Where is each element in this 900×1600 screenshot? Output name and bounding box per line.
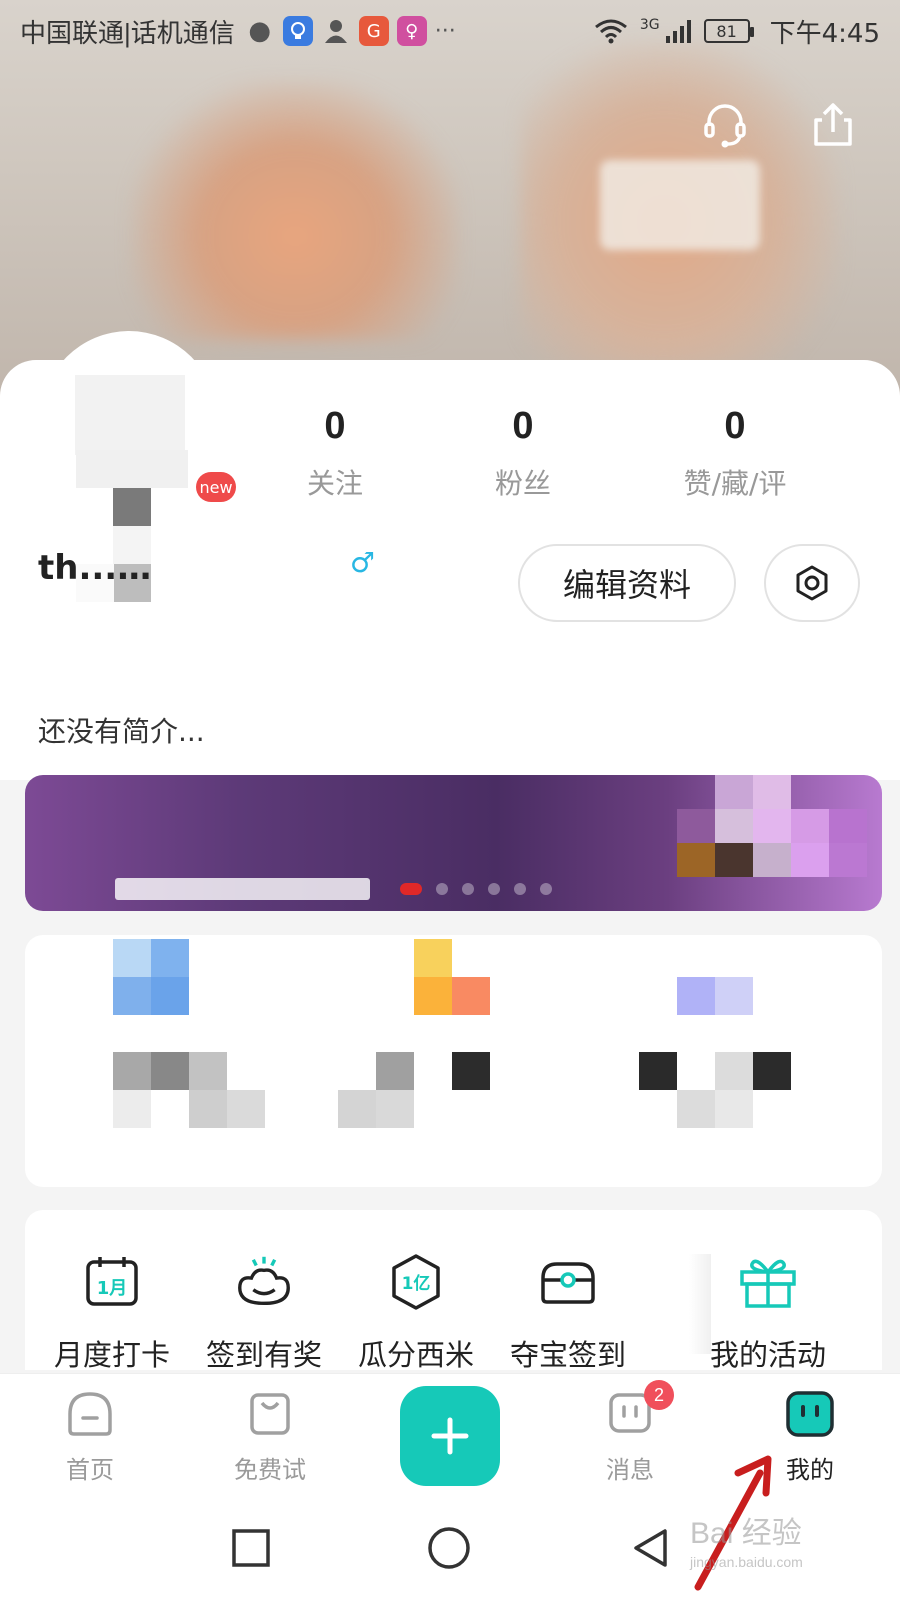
g-app-icon: G — [358, 16, 389, 46]
battery-icon: 81 — [703, 19, 754, 43]
settings-button[interactable] — [764, 544, 860, 622]
activity-label: 月度打卡 — [53, 1338, 170, 1372]
profile-stats: 0 关注 0 粉丝 0 赞/藏/评 — [270, 405, 880, 502]
person-icon — [321, 16, 351, 46]
promo-banner[interactable] — [25, 775, 882, 911]
nav-label: 首页 — [66, 1456, 114, 1484]
notification-icons: ● G ♀ ··· — [245, 16, 456, 46]
message-icon: 2 — [604, 1380, 674, 1440]
featured-grid[interactable] — [25, 935, 882, 1187]
following-label: 关注 — [306, 467, 363, 500]
activity-sign-in-reward[interactable]: 签到有奖 — [189, 1250, 339, 1374]
bulb-app-icon — [282, 16, 313, 46]
home-circle-icon[interactable] — [426, 1525, 472, 1571]
back-triangle-icon[interactable] — [628, 1525, 674, 1571]
activity-label: 我的活动 — [709, 1338, 826, 1372]
nav-free-trial[interactable]: 免费试 — [210, 1388, 330, 1485]
likes-label: 赞/藏/评 — [683, 467, 787, 500]
activity-label: 夺宝签到 — [509, 1338, 626, 1372]
stat-likes[interactable]: 0 赞/藏/评 — [650, 405, 820, 502]
cloud-smile-icon — [232, 1250, 296, 1314]
unread-badge: 2 — [644, 1380, 674, 1410]
signal-icon — [665, 20, 691, 43]
treasure-box-icon — [536, 1250, 600, 1314]
create-post-button[interactable] — [400, 1386, 500, 1486]
nav-label: 消息 — [606, 1456, 654, 1484]
nav-label: 免费试 — [234, 1456, 306, 1484]
stat-following[interactable]: 0 关注 — [270, 405, 400, 502]
nav-home[interactable]: 首页 — [30, 1388, 150, 1485]
likes-count: 0 — [724, 405, 746, 447]
activity-row: 1月 月度打卡 签到有奖 1亿 瓜分西米 夺宝签到 我的活动 — [25, 1210, 882, 1372]
banner-caption — [115, 878, 370, 900]
gift-icon — [736, 1250, 800, 1314]
network-type: 3G — [639, 17, 660, 33]
more-notifications-icon: ··· — [434, 18, 456, 44]
svg-text:1亿: 1亿 — [402, 1273, 431, 1294]
activity-monthly-checkin[interactable]: 1月 月度打卡 — [37, 1250, 187, 1374]
share-icon[interactable] — [808, 100, 858, 150]
cover-blur-shape — [130, 80, 460, 340]
cover-blur-shape — [600, 160, 760, 250]
hexagon-1yi-icon: 1亿 — [384, 1250, 448, 1314]
recent-apps-icon[interactable] — [228, 1525, 274, 1571]
chat-bubble-icon: ● — [248, 16, 272, 46]
username: th...… — [38, 548, 152, 588]
home-face-icon — [64, 1388, 116, 1440]
plus-icon — [431, 1417, 469, 1455]
nav-messages[interactable]: 2 消息 — [570, 1380, 690, 1485]
wifi-icon — [594, 19, 627, 44]
avatar-mosaic — [75, 375, 185, 455]
stat-fans[interactable]: 0 粉丝 — [458, 405, 588, 502]
activity-my-activities[interactable]: 我的活动 — [693, 1250, 843, 1374]
gender-male-icon: ♂ — [350, 546, 376, 579]
bag-icon — [244, 1388, 296, 1440]
fans-count: 0 — [512, 405, 534, 447]
me-face-icon — [784, 1388, 836, 1440]
calendar-1month-icon: 1月 — [80, 1250, 144, 1314]
activity-label: 签到有奖 — [205, 1338, 322, 1372]
profile-bio[interactable]: 还没有简介... — [38, 710, 205, 750]
new-badge: new — [196, 472, 236, 502]
activity-share-ximi[interactable]: 1亿 瓜分西米 — [341, 1250, 491, 1374]
edit-profile-button[interactable]: 编辑资料 — [518, 544, 736, 622]
svg-text:1月: 1月 — [97, 1278, 128, 1299]
activity-treasure-checkin[interactable]: 夺宝签到 — [493, 1250, 643, 1374]
activity-label: 瓜分西米 — [357, 1338, 474, 1372]
watermark: Bai 经验 jingyan.baidu.com — [690, 1517, 803, 1570]
status-bar: 中国联通|话机通信 ● G ♀ ··· 3G 81 下午4:45 — [0, 0, 900, 62]
customer-service-icon[interactable] — [700, 100, 750, 150]
banner-pagination — [400, 883, 552, 895]
following-count: 0 — [324, 405, 346, 447]
carrier-name: 中国联通|话机通信 — [20, 17, 235, 48]
fans-label: 粉丝 — [494, 467, 551, 500]
settings-icon — [796, 565, 828, 601]
clock: 下午4:45 — [769, 18, 880, 49]
app-icon: ♀ — [396, 16, 427, 46]
